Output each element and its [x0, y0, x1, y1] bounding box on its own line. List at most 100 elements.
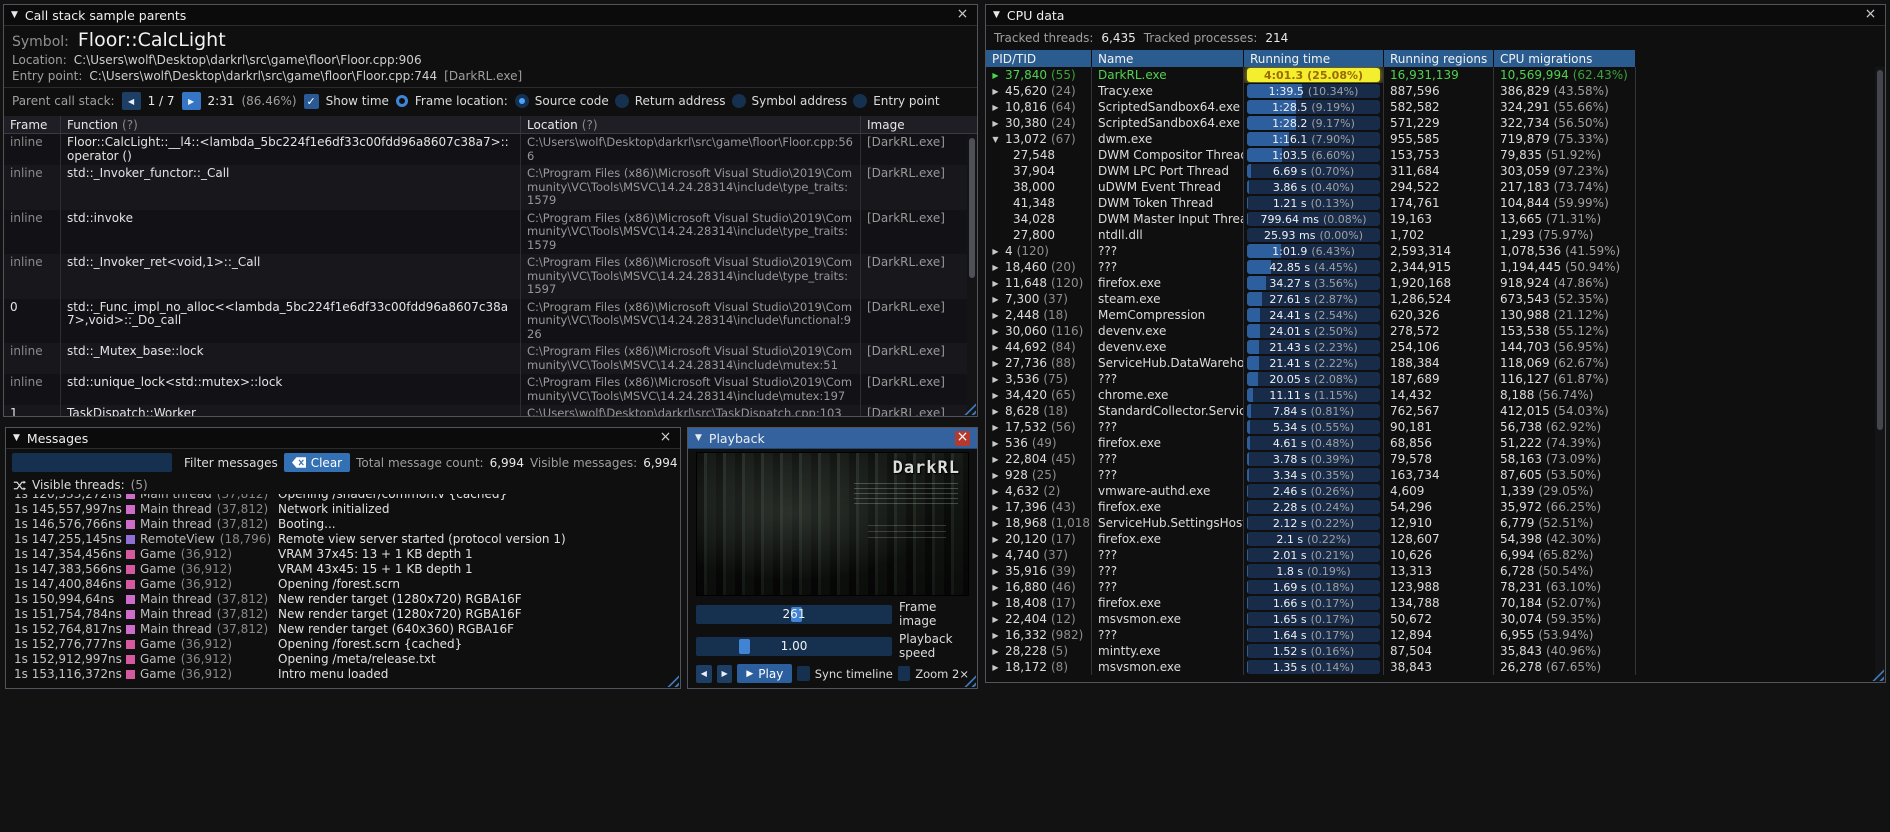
filter-input[interactable]: [12, 453, 172, 472]
message-row[interactable]: 1s 153,116,372ns Game (36,912) Intro menu l…: [6, 667, 680, 682]
message-row[interactable]: 1s 120,333,272ns Main thread (37,812) Openi…: [6, 494, 680, 502]
cpu-process-row[interactable]: ▶ 536 (49) firefox.exe 4.61 s (0.48%) 68,856 51…: [986, 435, 1885, 451]
expand-icon[interactable]: ▶: [990, 375, 1001, 384]
zoom-2x-checkbox[interactable]: [897, 666, 911, 681]
cpu-process-row[interactable]: ▶ 27,736 (88) ServiceHub.DataWarehouse 21.41…: [986, 355, 1885, 371]
message-row[interactable]: 1s 147,354,456ns Game (36,912) VRAM 37x45: …: [6, 547, 680, 562]
expand-icon[interactable]: ▶: [990, 311, 1001, 320]
expand-icon[interactable]: ▶: [990, 663, 1001, 672]
cpu-process-row[interactable]: ▶ 28,228 (5) mintty.exe 1.52 s (0.16%) 87,504 3…: [986, 643, 1885, 659]
close-icon[interactable]: ×: [955, 7, 970, 23]
message-row[interactable]: 1s 152,764,817ns Main thread (37,812) New r…: [6, 622, 680, 637]
cpu-process-row[interactable]: ▶ 18,408 (17) firefox.exe 1.66 s (0.17%) 134,7…: [986, 595, 1885, 611]
callstack-frame-row[interactable]: 1 TaskDispatch::Worker C:\Users\wolf\Deskt…: [4, 405, 967, 416]
cpu-process-row[interactable]: ▶ 10,816 (64) ScriptedSandbox64.exe 1:28.5 (9…: [986, 99, 1885, 115]
scrollbar[interactable]: [967, 134, 977, 416]
expand-icon[interactable]: ▶: [990, 407, 1001, 416]
expand-icon[interactable]: ▶: [990, 247, 1001, 256]
expand-icon[interactable]: ▶: [990, 391, 1001, 400]
cpu-process-row[interactable]: 38,000 uDWM Event Thread 3.86 s (0.40%) 294,…: [986, 179, 1885, 195]
callstack-titlebar[interactable]: ▼ Call stack sample parents ×: [4, 5, 977, 26]
cpu-process-row[interactable]: ▶ 4 (120)??? 1:01.9 (6.43%) 2,593,314 1,078,53…: [986, 243, 1885, 259]
header-image[interactable]: Image: [861, 116, 977, 133]
cpu-process-row[interactable]: 27,800 ntdll.dll 25.93 ms (0.00%) 1,702 1,293…: [986, 227, 1885, 243]
expand-icon[interactable]: ▶: [990, 439, 1001, 448]
expand-icon[interactable]: ▶: [990, 583, 1001, 592]
prev-parent-button[interactable]: ◀: [121, 92, 141, 110]
clear-button[interactable]: Clear: [283, 453, 351, 472]
expand-icon[interactable]: ▶: [990, 535, 1001, 544]
cpu-process-row[interactable]: ▶ 928 (25)??? 3.34 s (0.35%) 163,734 87,605 (53…: [986, 467, 1885, 483]
expand-icon[interactable]: ▶: [990, 567, 1001, 576]
cpu-process-row[interactable]: ▶ 4,740 (37)??? 2.01 s (0.21%) 10,626 6,994 (65…: [986, 547, 1885, 563]
expand-icon[interactable]: ▶: [990, 103, 1001, 112]
cpu-process-row[interactable]: ▶ 17,396 (43) firefox.exe 2.28 s (0.24%) 54,29…: [986, 499, 1885, 515]
speed-slider[interactable]: 1.00: [696, 636, 892, 656]
frame-slider[interactable]: 261: [696, 604, 892, 624]
expand-icon[interactable]: ▶: [990, 71, 1001, 80]
expand-icon[interactable]: ▶: [990, 615, 1001, 624]
expand-icon[interactable]: ▶: [990, 359, 1001, 368]
cpu-process-row[interactable]: 41,348 DWM Token Thread 1.21 s (0.13%) 174,7…: [986, 195, 1885, 211]
expand-icon[interactable]: ▶: [990, 487, 1001, 496]
callstack-frame-row[interactable]: inline std::_Invoker_ret<void,1>::_Call C:…: [4, 254, 967, 299]
message-row[interactable]: 1s 147,255,145ns RemoteView (18,796) Remote…: [6, 532, 680, 547]
expand-icon[interactable]: ▶: [990, 471, 1001, 480]
cpu-process-row[interactable]: ▶ 16,880 (46)??? 1.69 s (0.18%) 123,988 78,231…: [986, 579, 1885, 595]
cpu-process-row[interactable]: ▶ 34,420 (65) chrome.exe 11.11 s (1.15%) 14,43…: [986, 387, 1885, 403]
expand-icon[interactable]: ▶: [990, 599, 1001, 608]
collapse-icon[interactable]: ▼: [695, 433, 702, 443]
cpu-process-row[interactable]: 27,548 DWM Compositor Thread 1:03.5 (6.60%)…: [986, 147, 1885, 163]
collapse-icon[interactable]: ▼: [990, 135, 1001, 144]
message-row[interactable]: 1s 150,994,64ns Main thread (37,812) New re…: [6, 592, 680, 607]
expand-icon[interactable]: ▶: [990, 279, 1001, 288]
expand-icon[interactable]: ▶: [990, 263, 1001, 272]
message-row[interactable]: 1s 146,576,766ns Main thread (37,812) Booti…: [6, 517, 680, 532]
close-icon[interactable]: ×: [955, 430, 970, 446]
expand-icon[interactable]: ▶: [990, 343, 1001, 352]
radio-source-code[interactable]: [514, 94, 529, 108]
message-row[interactable]: 1s 152,776,777ns Game (36,912) Opening /for…: [6, 637, 680, 652]
scrollbar[interactable]: [1875, 67, 1885, 682]
cpu-process-row[interactable]: ▶ 3,536 (75)??? 20.05 s (2.08%) 187,689 116,12…: [986, 371, 1885, 387]
header-function[interactable]: Function (?): [61, 116, 521, 133]
show-time-checkbox[interactable]: ✓: [303, 93, 319, 109]
expand-icon[interactable]: ▶: [990, 87, 1001, 96]
radio-entry-point[interactable]: [853, 94, 868, 108]
cpu-process-row[interactable]: ▶ 30,060 (116) devenv.exe 24.01 s (2.50%) 278,…: [986, 323, 1885, 339]
next-parent-button[interactable]: ▶: [181, 92, 201, 110]
expand-icon[interactable]: ▶: [990, 551, 1001, 560]
expand-icon[interactable]: ▶: [990, 423, 1001, 432]
radio-symbol-address[interactable]: [731, 94, 746, 108]
header-cpu-migrations[interactable]: CPU migrations: [1494, 50, 1636, 67]
cpu-process-row[interactable]: ▶ 30,380 (24) ScriptedSandbox64.exe 1:28.2 (9…: [986, 115, 1885, 131]
messages-titlebar[interactable]: ▼ Messages ×: [6, 428, 680, 449]
callstack-frame-row[interactable]: inline std::_Mutex_base::lock C:\Program F…: [4, 343, 967, 374]
message-row[interactable]: 1s 151,754,784ns Main thread (37,812) New r…: [6, 607, 680, 622]
cpu-process-row[interactable]: ▶ 4,632 (2) vmware-authd.exe 2.46 s (0.26%) 4,…: [986, 483, 1885, 499]
callstack-frame-row[interactable]: 0 std::_Func_impl_no_alloc<<lambda_5bc224…: [4, 298, 967, 343]
expand-icon[interactable]: ▶: [990, 327, 1001, 336]
expand-icon[interactable]: ▶: [990, 119, 1001, 128]
expand-icon[interactable]: ▶: [990, 647, 1001, 656]
cpu-process-row[interactable]: ▶ 22,804 (45)??? 3.78 s (0.39%) 79,578 58,163 (…: [986, 451, 1885, 467]
message-row[interactable]: 1s 145,557,997ns Main thread (37,812) Netwo…: [6, 502, 680, 517]
cpu-process-row[interactable]: ▶ 37,840 (55) DarkRL.exe 4:01.3 (25.08%) 16,93…: [986, 67, 1885, 83]
collapse-icon[interactable]: ▼: [993, 10, 1000, 20]
radio-return-address[interactable]: [614, 94, 629, 108]
message-row[interactable]: 1s 147,383,566ns Game (36,912) VRAM 43x45: …: [6, 562, 680, 577]
cpu-process-row[interactable]: 37,904 DWM LPC Port Thread 6.69 s (0.70%) 31…: [986, 163, 1885, 179]
callstack-frame-row[interactable]: inline std::_Invoker_functor::_Call C:\Pro…: [4, 165, 967, 210]
expand-icon[interactable]: ▶: [990, 295, 1001, 304]
close-icon[interactable]: ×: [658, 430, 673, 446]
cpu-process-row[interactable]: ▶ 18,460 (20)??? 42.85 s (4.45%) 2,344,915 1,1…: [986, 259, 1885, 275]
cpu-process-row[interactable]: ▶ 2,448 (18) MemCompression 24.41 s (2.54%) 62…: [986, 307, 1885, 323]
expand-icon[interactable]: ▶: [990, 455, 1001, 464]
expand-icon[interactable]: ▶: [990, 503, 1001, 512]
sync-timeline-checkbox[interactable]: [797, 666, 810, 681]
next-frame-button[interactable]: ▶: [716, 664, 733, 683]
cpu-process-row[interactable]: ▶ 18,172 (8) msvsmon.exe 1.35 s (0.14%) 38,843…: [986, 659, 1885, 675]
close-icon[interactable]: ×: [1863, 7, 1878, 23]
cpu-process-row[interactable]: ▶ 44,692 (84) devenv.exe 21.43 s (2.23%) 254,1…: [986, 339, 1885, 355]
header-name[interactable]: Name: [1092, 50, 1244, 67]
